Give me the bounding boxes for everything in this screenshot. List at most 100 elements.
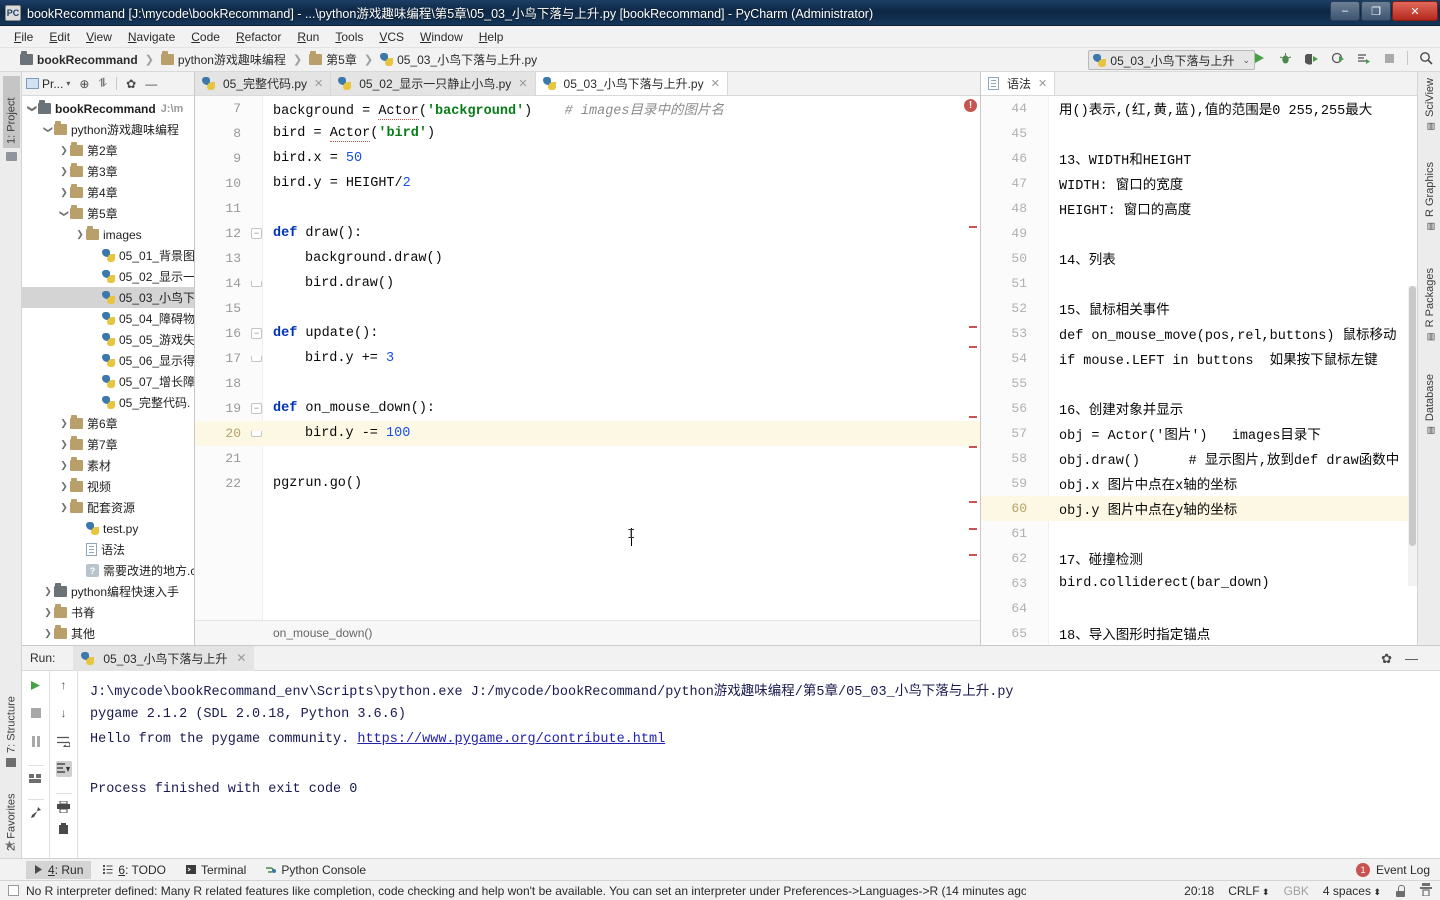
search-icon[interactable] — [1418, 50, 1434, 66]
close-button[interactable]: ✕ — [1392, 1, 1438, 21]
chevron-right-icon[interactable]: ❯ — [58, 418, 70, 429]
status-checkbox-icon[interactable] — [8, 885, 19, 896]
indent-indicator[interactable]: 4 spaces ⬍ — [1323, 884, 1381, 898]
note-line[interactable]: 59 obj.x 图片中点在x轴的坐标 — [981, 471, 1417, 496]
tree-item[interactable]: ❯ 第6章 — [22, 413, 194, 434]
notes-scrollbar[interactable] — [1408, 286, 1417, 586]
tree-item[interactable]: ❯ bookRecommand J:\m — [22, 98, 194, 119]
event-log-label[interactable]: Event Log — [1376, 863, 1430, 877]
notes-lines[interactable]: 44 用()表示,(红,黄,蓝),值的范围是0 255,255最大 45 46 13、W… — [981, 96, 1417, 645]
console-output[interactable]: J:\mycode\bookRecommand_env\Scripts\pyth… — [78, 671, 1440, 858]
note-line[interactable]: 50 14、列表 — [981, 246, 1417, 271]
tab-syntax-notes[interactable]: 语法 ✕ — [981, 72, 1056, 95]
tree-item[interactable]: · 05_02_显示一 — [22, 266, 194, 287]
print-icon[interactable] — [55, 793, 72, 813]
rerun-icon[interactable] — [28, 677, 44, 693]
code-line[interactable]: 14 bird.draw() — [195, 271, 980, 296]
tree-item[interactable]: ❯ 配套资源 — [22, 497, 194, 518]
tree-item[interactable]: ❯ 素材 — [22, 455, 194, 476]
menu-item-help[interactable]: Help — [471, 28, 512, 46]
thread-dump-icon[interactable] — [27, 765, 44, 783]
tree-item[interactable]: ❯ 第5章 — [22, 203, 194, 224]
breadcrumb-item[interactable]: python游戏趣味编程 — [160, 51, 286, 68]
code-line[interactable]: 13 background.draw() — [195, 246, 980, 271]
line-separator-indicator[interactable]: CRLF ⬍ — [1228, 884, 1269, 898]
menu-item-refactor[interactable]: Refactor — [228, 28, 289, 46]
editor-tab[interactable]: 05_02_显示一只静止小鸟.py ✕ — [331, 72, 536, 95]
debug-icon[interactable] — [1277, 50, 1293, 66]
console-link[interactable]: https://www.pygame.org/contribute.html — [357, 732, 665, 747]
editor-tab[interactable]: 05_完整代码.py ✕ — [195, 72, 332, 95]
scroll-to-end-icon[interactable] — [55, 761, 72, 777]
chevron-down-icon[interactable]: ❯ — [43, 124, 54, 136]
error-scroll-marker[interactable] — [969, 528, 977, 530]
tree-item[interactable]: · 05_01_背景图 — [22, 245, 194, 266]
tree-item[interactable]: ❯ 其他 — [22, 623, 194, 644]
maximize-button[interactable]: ❐ — [1361, 1, 1391, 21]
tree-item[interactable]: · 05_06_显示得 — [22, 350, 194, 371]
tree-item[interactable]: · 05_完整代码. — [22, 392, 194, 413]
stop-icon[interactable] — [28, 705, 44, 721]
code-line[interactable]: 10 bird.y = HEIGHT/2 — [195, 171, 980, 196]
chevron-down-icon[interactable]: ❯ — [27, 103, 38, 115]
chevron-down-icon[interactable]: ❯ — [59, 208, 70, 220]
code-line[interactable]: 17 bird.y += 3 — [195, 346, 980, 371]
note-line[interactable]: 62 17、碰撞检测 — [981, 546, 1417, 571]
menu-item-code[interactable]: Code — [183, 28, 228, 46]
editor-tab[interactable]: 05_03_小鸟下落与上升.py ✕ — [535, 72, 728, 95]
code-fold-toggle[interactable] — [251, 431, 262, 437]
note-line[interactable]: 56 16、创建对象并显示 — [981, 396, 1417, 421]
scrollbar-thumb[interactable] — [1409, 286, 1416, 546]
note-line[interactable]: 47 WIDTH: 窗口的宽度 — [981, 171, 1417, 196]
code-line[interactable]: 18 — [195, 371, 980, 396]
encoding-indicator[interactable]: GBK — [1284, 884, 1309, 898]
menu-item-run[interactable]: Run — [289, 28, 327, 46]
note-line[interactable]: 57 obj = Actor('图片') images目录下 — [981, 421, 1417, 446]
error-scroll-marker[interactable] — [969, 554, 977, 556]
run-icon[interactable] — [1251, 50, 1267, 66]
minimize-button[interactable]: – — [1330, 1, 1360, 21]
tree-item[interactable]: · 05_07_增长障 — [22, 371, 194, 392]
tool-window-button[interactable]: Terminal — [178, 861, 254, 879]
settings-gear-icon[interactable]: ✿ — [1381, 651, 1392, 667]
chevron-right-icon[interactable]: ❯ — [58, 460, 70, 471]
note-line[interactable]: 51 — [981, 271, 1417, 296]
note-line[interactable]: 55 — [981, 371, 1417, 396]
note-line[interactable]: 61 — [981, 521, 1417, 546]
code-line[interactable]: 11 — [195, 196, 980, 221]
tool-window-button[interactable]: Python Console — [258, 861, 374, 879]
menu-item-edit[interactable]: Edit — [41, 28, 78, 46]
up-stack-icon[interactable]: ↑ — [56, 677, 72, 693]
note-line[interactable]: 46 13、WIDTH和HEIGHT — [981, 146, 1417, 171]
note-line[interactable]: 64 — [981, 596, 1417, 621]
error-scroll-marker[interactable] — [969, 446, 977, 448]
code-fold-toggle[interactable]: − — [251, 228, 262, 239]
code-fold-toggle[interactable] — [251, 281, 262, 287]
stop-icon[interactable] — [1381, 50, 1397, 66]
tree-item[interactable]: ❯ python编程快速入手 — [22, 581, 194, 602]
tree-item[interactable]: ·? 需要改进的地方.c — [22, 560, 194, 581]
menu-item-window[interactable]: Window — [412, 28, 471, 46]
code-line[interactable]: 20 bird.y -= 100 — [195, 421, 980, 446]
hide-panel-icon[interactable]: — — [1405, 651, 1418, 666]
code-fold-toggle[interactable]: − — [251, 328, 262, 339]
menu-item-vcs[interactable]: VCS — [371, 28, 412, 46]
project-panel-title[interactable]: Pr... ▾ — [26, 77, 70, 91]
note-line[interactable]: 54 if mouse.LEFT in buttons 如果按下鼠标左键 — [981, 346, 1417, 371]
chevron-right-icon[interactable]: ❯ — [74, 229, 86, 240]
settings-gear-icon[interactable]: ✿ — [126, 77, 136, 91]
menu-item-navigate[interactable]: Navigate — [120, 28, 183, 46]
error-badge[interactable]: ! — [964, 99, 977, 112]
menu-item-tools[interactable]: Tools — [327, 28, 371, 46]
tree-item[interactable]: ❯ 第4章 — [22, 182, 194, 203]
chevron-right-icon[interactable]: ❯ — [58, 502, 70, 513]
code-line[interactable]: 22 pgzrun.go() — [195, 471, 980, 496]
close-icon[interactable]: ✕ — [518, 77, 527, 90]
code-line[interactable]: 21 — [195, 446, 980, 471]
inspector-icon[interactable] — [1420, 882, 1432, 899]
error-scroll-marker[interactable] — [969, 326, 977, 328]
tree-item[interactable]: ❯ 视频 — [22, 476, 194, 497]
note-line[interactable]: 44 用()表示,(红,黄,蓝),值的范围是0 255,255最大 — [981, 96, 1417, 121]
locate-icon[interactable]: ⊕ — [79, 77, 89, 91]
chevron-right-icon[interactable]: ❯ — [42, 607, 54, 618]
